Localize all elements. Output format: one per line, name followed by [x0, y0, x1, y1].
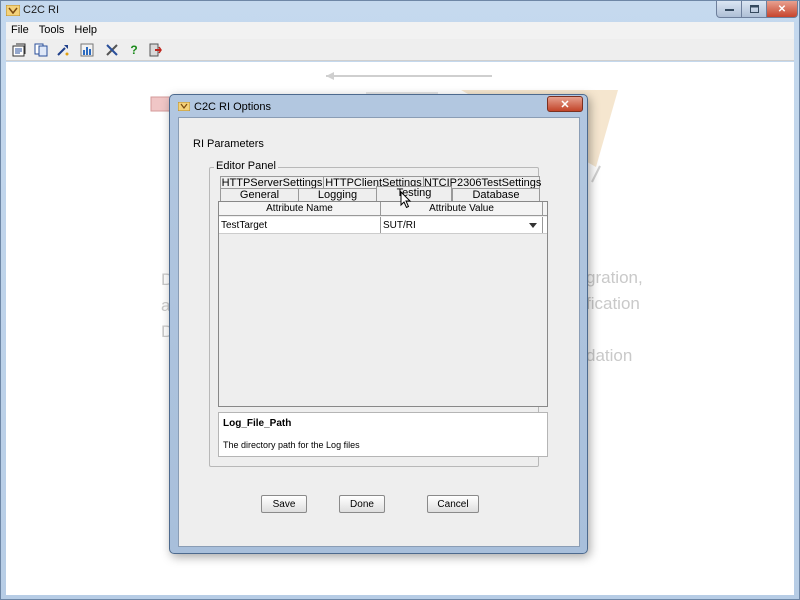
- chevron-down-icon[interactable]: [526, 218, 540, 232]
- close-icon: ✕: [560, 98, 570, 111]
- tab-general[interactable]: General: [220, 188, 298, 201]
- dialog-body: RI Parameters Editor Panel HTTPServerSet…: [178, 117, 580, 547]
- background-text-line: gration,: [586, 268, 643, 287]
- attribute-table: Attribute Name Attribute Value TestTarge…: [218, 201, 548, 407]
- editor-panel-label: Editor Panel: [214, 160, 278, 172]
- tab-logging[interactable]: Logging: [298, 188, 376, 201]
- attribute-value-text: SUT/RI: [383, 220, 416, 231]
- close-window-button[interactable]: ✕: [766, 1, 798, 18]
- maximize-icon: [749, 5, 759, 13]
- description-text: The directory path for the Log files: [223, 440, 360, 450]
- background-text-line: fication: [586, 294, 640, 313]
- open-config-button[interactable]: [11, 42, 27, 58]
- close-icon: ✕: [777, 3, 787, 15]
- attribute-name-cell: TestTarget: [219, 217, 381, 233]
- done-button[interactable]: Done: [339, 495, 385, 513]
- report-icon: [80, 43, 94, 57]
- attribute-value-select[interactable]: SUT/RI: [381, 217, 543, 233]
- maximize-button[interactable]: [741, 1, 767, 18]
- title-bar[interactable]: C2C RI ✕: [1, 1, 799, 21]
- app-logo-icon: [178, 102, 190, 111]
- copy-icon: [34, 43, 48, 57]
- background-text-line: dation: [586, 346, 633, 365]
- tab-testing[interactable]: Testing: [376, 186, 452, 201]
- app-logo-icon: [6, 5, 20, 16]
- attribute-description-box: Log_File_Path The directory path for the…: [218, 412, 548, 457]
- ri-parameters-label: RI Parameters: [193, 138, 264, 150]
- options-dialog: C2C RI Options ✕ RI Parameters Editor Pa…: [169, 94, 588, 554]
- window-title: C2C RI: [23, 4, 60, 16]
- exit-button[interactable]: [147, 42, 163, 58]
- menu-file[interactable]: File: [6, 22, 34, 39]
- description-title: Log_File_Path: [223, 418, 292, 429]
- column-header-attribute-name[interactable]: Attribute Name: [219, 202, 381, 215]
- tools-button[interactable]: [104, 42, 120, 58]
- run-wizard-icon: [57, 45, 69, 56]
- help-icon: ?: [130, 43, 138, 57]
- open-config-icon: [12, 43, 26, 57]
- copy-config-button[interactable]: [33, 42, 49, 58]
- menu-bar: File Tools Help: [6, 22, 794, 39]
- tools-icon: [106, 44, 118, 56]
- toolbar: ?: [6, 39, 794, 61]
- table-header: Attribute Name Attribute Value: [219, 202, 547, 216]
- report-button[interactable]: [79, 42, 95, 58]
- cancel-button[interactable]: Cancel: [427, 495, 479, 513]
- mouse-pointer-icon: [400, 191, 412, 209]
- dialog-title: C2C RI Options: [194, 101, 272, 113]
- tab-database[interactable]: Database: [452, 188, 540, 201]
- save-button[interactable]: Save: [261, 495, 307, 513]
- help-button[interactable]: ?: [126, 42, 142, 58]
- minimize-button[interactable]: [716, 1, 742, 18]
- run-wizard-button[interactable]: [55, 42, 71, 58]
- minimize-icon: [724, 9, 734, 11]
- menu-help[interactable]: Help: [69, 22, 102, 39]
- menu-tools[interactable]: Tools: [34, 22, 70, 39]
- dialog-close-button[interactable]: ✕: [547, 96, 583, 112]
- editor-panel-group: Editor Panel HTTPServerSettings HTTPClie…: [209, 160, 548, 467]
- table-row[interactable]: TestTarget SUT/RI: [219, 217, 547, 234]
- exit-icon: [149, 43, 162, 57]
